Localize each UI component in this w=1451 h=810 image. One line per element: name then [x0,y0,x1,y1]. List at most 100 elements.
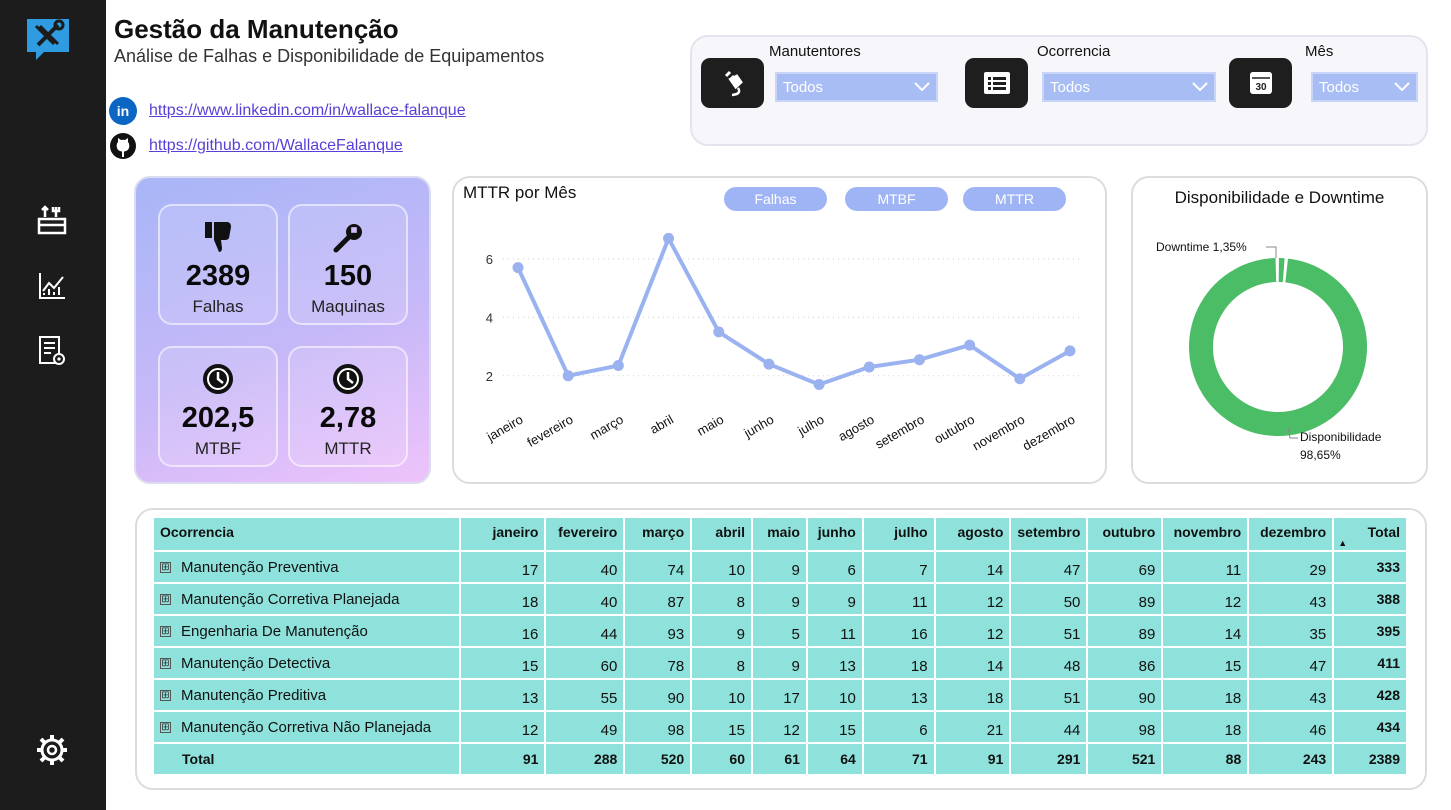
line-chart-icon[interactable] [35,269,69,303]
table-cell: 15 [805,710,864,744]
mes-select[interactable]: Todos [1311,72,1418,102]
col-header-agosto[interactable]: agosto [933,516,1012,552]
data-point[interactable] [562,370,574,382]
linkedin-link[interactable]: https://www.linkedin.com/in/wallace-fala… [149,102,466,120]
expand-icon[interactable]: ⊞ [160,690,171,702]
filter-panel: Manutentores Todos Ocorrencia Todos 30 M… [690,35,1428,146]
col-header-ocorrencia[interactable]: Ocorrencia [152,516,461,552]
plug-icon[interactable] [701,58,764,108]
data-point[interactable] [512,262,524,274]
col-header-novembro[interactable]: novembro [1161,516,1250,552]
table-cell: 12 [933,582,1012,616]
svg-text:in: in [117,103,129,119]
y-tick-label: 4 [486,310,493,325]
data-point[interactable] [1064,345,1076,357]
table-cell: 10 [805,678,864,712]
donut-chart-title: Disponibilidade e Downtime [1174,188,1385,207]
clock-icon [290,358,406,396]
expand-icon[interactable]: ⊞ [160,722,171,734]
data-point[interactable] [763,358,775,370]
list-card-icon[interactable] [965,58,1028,108]
linkedin-link-row: in https://www.linkedin.com/in/wallace-f… [108,96,466,126]
col-header-janeiro[interactable]: janeiro [458,516,547,552]
total-cell: 243 [1247,742,1335,776]
total-cell: 61 [750,742,808,776]
row-total-cell: 333 [1332,550,1408,584]
col-header-junho[interactable]: junho [805,516,864,552]
col-header-maio[interactable]: maio [750,516,808,552]
kpi-maquinas-label: Maquinas [311,297,385,316]
row-total-cell: 395 [1332,614,1408,648]
table-cell: 43 [1247,678,1335,712]
github-icon [108,131,138,161]
data-point[interactable] [1014,373,1026,385]
table-total-row: Total 91 288 520 60 61 64 71 91 291 521 88 243 2389 [152,742,1408,776]
table-cell: 29 [1247,550,1335,584]
sidebar [0,0,106,810]
table-cell: 16 [458,614,547,648]
col-header-setembro[interactable]: setembro [1009,516,1089,552]
expand-icon[interactable]: ⊞ [160,626,171,638]
availability-value: 98,65% [1300,448,1341,462]
expand-icon[interactable]: ⊞ [160,594,171,606]
total-cell: 521 [1086,742,1164,776]
table-cell: 89 [1086,582,1164,616]
table-cell: 11 [861,582,936,616]
tools-icon[interactable] [24,16,72,62]
data-point[interactable] [813,379,825,391]
col-header-dezembro[interactable]: dezembro [1247,516,1335,552]
table-cell: 10 [690,678,753,712]
col-header-outubro[interactable]: outubro [1086,516,1164,552]
total-cell: 88 [1161,742,1250,776]
col-header-julho[interactable]: julho [861,516,936,552]
col-header-abril[interactable]: abril [690,516,753,552]
data-point[interactable] [964,339,976,351]
line-chart-title: MTTR por Mês [463,183,577,202]
table-cell: 12 [1161,582,1250,616]
page-subtitle: Análise de Falhas e Disponibilidade de E… [114,46,545,66]
calendar-icon[interactable]: 30 [1229,58,1292,108]
manutentores-select[interactable]: Todos [775,72,938,102]
toggle-mttr[interactable]: MTTR [963,187,1066,211]
data-point[interactable] [713,326,725,338]
mttr-series-line [516,236,1071,387]
kpi-mttr-label: MTTR [324,439,372,458]
mes-label: Mês [1305,43,1334,60]
table-cell: 17 [458,550,547,584]
kpi-panel: 2389 Falhas 150 Maquinas 202,5 MTBF 2,78… [134,176,431,484]
ocorrencia-select[interactable]: Todos [1042,72,1216,102]
toolbox-icon[interactable] [35,203,69,237]
expand-icon[interactable]: ⊞ [160,658,171,670]
availability-slice[interactable] [1189,258,1367,436]
table-row: ⊞ Manutenção Corretiva Não Planejada 12 49 9… [152,710,1408,744]
table-cell: 13 [861,678,936,712]
row-name-cell[interactable]: ⊞ Manutenção Detectiva [152,646,461,680]
availability-label: Disponibilidade [1300,430,1382,444]
col-header-total[interactable]: ▲ Total [1332,516,1408,552]
row-name-cell[interactable]: ⊞ Manutenção Corretiva Não Planejada [152,710,461,744]
table-cell: 87 [623,582,693,616]
github-link[interactable]: https://github.com/WallaceFalanque [149,137,403,155]
table-cell: 90 [1086,678,1164,712]
data-point[interactable] [663,232,675,244]
total-cell: 291 [1009,742,1089,776]
toggle-mtbf[interactable]: MTBF [845,187,948,211]
row-name-cell[interactable]: ⊞ Manutenção Preventiva [152,550,461,584]
grand-total-cell: 2389 [1332,742,1408,776]
row-name-cell[interactable]: ⊞ Manutenção Corretiva Planejada [152,582,461,616]
data-point[interactable] [612,360,624,372]
toggle-falhas[interactable]: Falhas [724,187,827,211]
total-row-label: Total [152,742,461,776]
col-header-marco[interactable]: março [623,516,693,552]
table-cell: 18 [1161,678,1250,712]
row-name-cell[interactable]: ⊞ Manutenção Preditiva [152,678,461,712]
col-header-fevereiro[interactable]: fevereiro [544,516,626,552]
kpi-mttr: 2,78 MTTR [288,346,408,467]
gear-icon[interactable] [35,733,69,767]
kpi-falhas-label: Falhas [192,297,244,316]
report-settings-icon[interactable] [35,334,69,368]
data-point[interactable] [913,354,925,366]
data-point[interactable] [863,361,875,373]
expand-icon[interactable]: ⊞ [160,562,171,574]
row-name-cell[interactable]: ⊞ Engenharia De Manutenção [152,614,461,648]
